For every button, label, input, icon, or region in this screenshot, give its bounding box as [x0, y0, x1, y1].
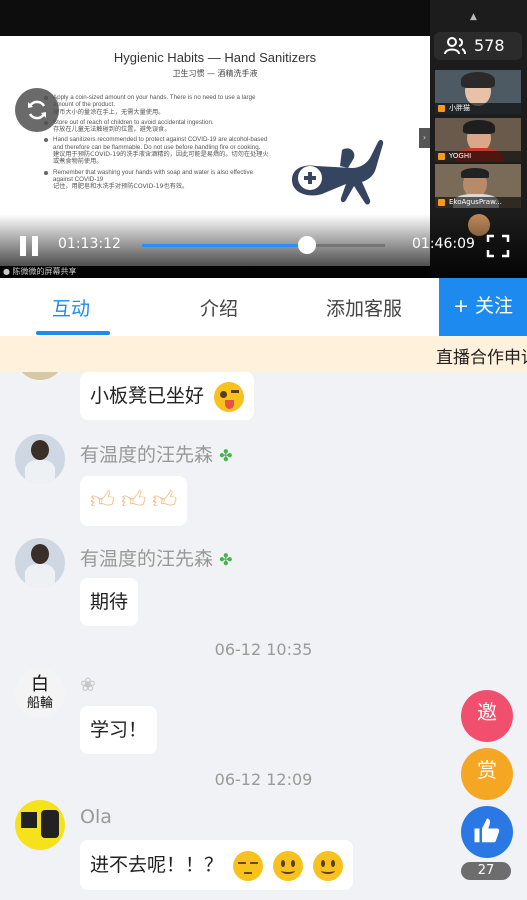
- like-button[interactable]: [461, 806, 513, 858]
- reward-button[interactable]: 赏: [461, 748, 513, 800]
- banner-text: 直播合作申请: [436, 348, 527, 368]
- thumbs-up-emoji: 👍︎: [90, 486, 116, 514]
- people-icon: [444, 37, 466, 55]
- participant-name: EkoAgusPraw...: [449, 198, 502, 206]
- slide-subtitle: 卫生习惯 — 酒精洗手液: [172, 69, 258, 78]
- tongue-face-emoji: [214, 381, 245, 412]
- scroll-up-icon[interactable]: ▲: [470, 12, 477, 22]
- clover-icon: ✤: [219, 446, 233, 465]
- invite-button[interactable]: 邀: [461, 690, 513, 742]
- thumbs-up-emoji: 👍︎: [152, 486, 178, 514]
- participant-name: YOGHI: [449, 152, 472, 160]
- like-count: 27: [461, 862, 511, 880]
- pause-button[interactable]: [18, 236, 40, 256]
- slide-bullet: Remember that washing your hands with so…: [44, 169, 274, 191]
- chat-bubble: 👍︎ 👍︎ 👍︎: [80, 476, 188, 526]
- current-time: 01:13:12: [58, 236, 121, 252]
- hand-sanitizer-icon: [292, 139, 384, 205]
- tab-add-service[interactable]: 添加客服: [326, 294, 402, 321]
- follow-button[interactable]: + 关注: [439, 278, 527, 336]
- thumbs-up-icon: [474, 818, 500, 843]
- chat-bubble: 期待: [80, 578, 139, 626]
- slide-bullet: Store out of reach of children to avoid …: [44, 119, 274, 134]
- collapse-panel-icon[interactable]: ›: [419, 128, 430, 148]
- avatar[interactable]: 白 船輪: [15, 668, 65, 718]
- video-player[interactable]: Hygienic Habits — Hand Sanitizers 卫生习惯 —…: [0, 0, 527, 278]
- participant-tile[interactable]: 小胖猫: [435, 70, 521, 114]
- smile-face-emoji: [273, 850, 304, 881]
- active-tab-indicator: [36, 331, 110, 335]
- participant-tile[interactable]: EkoAgusPraw...: [435, 164, 521, 208]
- fullscreen-icon[interactable]: [486, 234, 510, 258]
- participant-name: 小胖猫: [449, 104, 470, 112]
- pause-icon: [20, 236, 26, 256]
- sleepy-face-emoji: [233, 850, 264, 881]
- viewer-count: 578: [474, 36, 505, 55]
- refresh-button[interactable]: [15, 88, 59, 132]
- smile-face-emoji: [313, 850, 344, 881]
- slide-bullet: Hand sanitizers recommended to protect a…: [44, 136, 274, 165]
- username: Ola: [80, 806, 112, 828]
- chat-bubble: 小板凳已坐好: [80, 372, 255, 420]
- viewer-count-badge[interactable]: 578: [434, 32, 522, 60]
- avatar[interactable]: [15, 434, 65, 484]
- progress-fill: [142, 244, 308, 247]
- screen-share-label: ● 陈微微的屏幕共享: [3, 267, 77, 276]
- participant-tile[interactable]: YOGHI: [435, 118, 521, 162]
- progress-bar[interactable]: [142, 244, 385, 247]
- slide-title: Hygienic Habits — Hand Sanitizers: [113, 50, 317, 65]
- chat-bubble: 学习！: [80, 706, 158, 754]
- refresh-icon: [28, 100, 46, 120]
- avatar[interactable]: [15, 538, 65, 588]
- username: 有温度的汪先森 ✤: [80, 444, 233, 466]
- avatar[interactable]: [15, 372, 65, 380]
- chat-bubble: 进不去呢！！？: [80, 840, 354, 890]
- chat-list[interactable]: 小板凳已坐好 有温度的汪先森 ✤ 👍︎ 👍︎ 👍︎ 有温度的汪先森 ✤ 期待 0…: [0, 372, 527, 900]
- timestamp: 06-12 12:09: [214, 770, 313, 789]
- marquee-banner[interactable]: 直播合作申请: [0, 336, 527, 372]
- tab-interaction[interactable]: 互动: [52, 294, 90, 321]
- avatar[interactable]: [15, 800, 65, 850]
- clover-icon: ✤: [219, 550, 233, 569]
- total-time: 01:46:09: [412, 236, 475, 252]
- timestamp: 06-12 10:35: [214, 640, 313, 659]
- slide-bullets: Apply a coin-sized amount on your hands.…: [44, 94, 274, 194]
- slide-bullet: Apply a coin-sized amount on your hands.…: [44, 94, 274, 116]
- username: 有温度的汪先森 ✤: [80, 548, 233, 570]
- username: ❀: [80, 674, 96, 696]
- thumbs-up-emoji: 👍︎: [121, 486, 147, 514]
- tab-intro[interactable]: 介绍: [200, 294, 238, 321]
